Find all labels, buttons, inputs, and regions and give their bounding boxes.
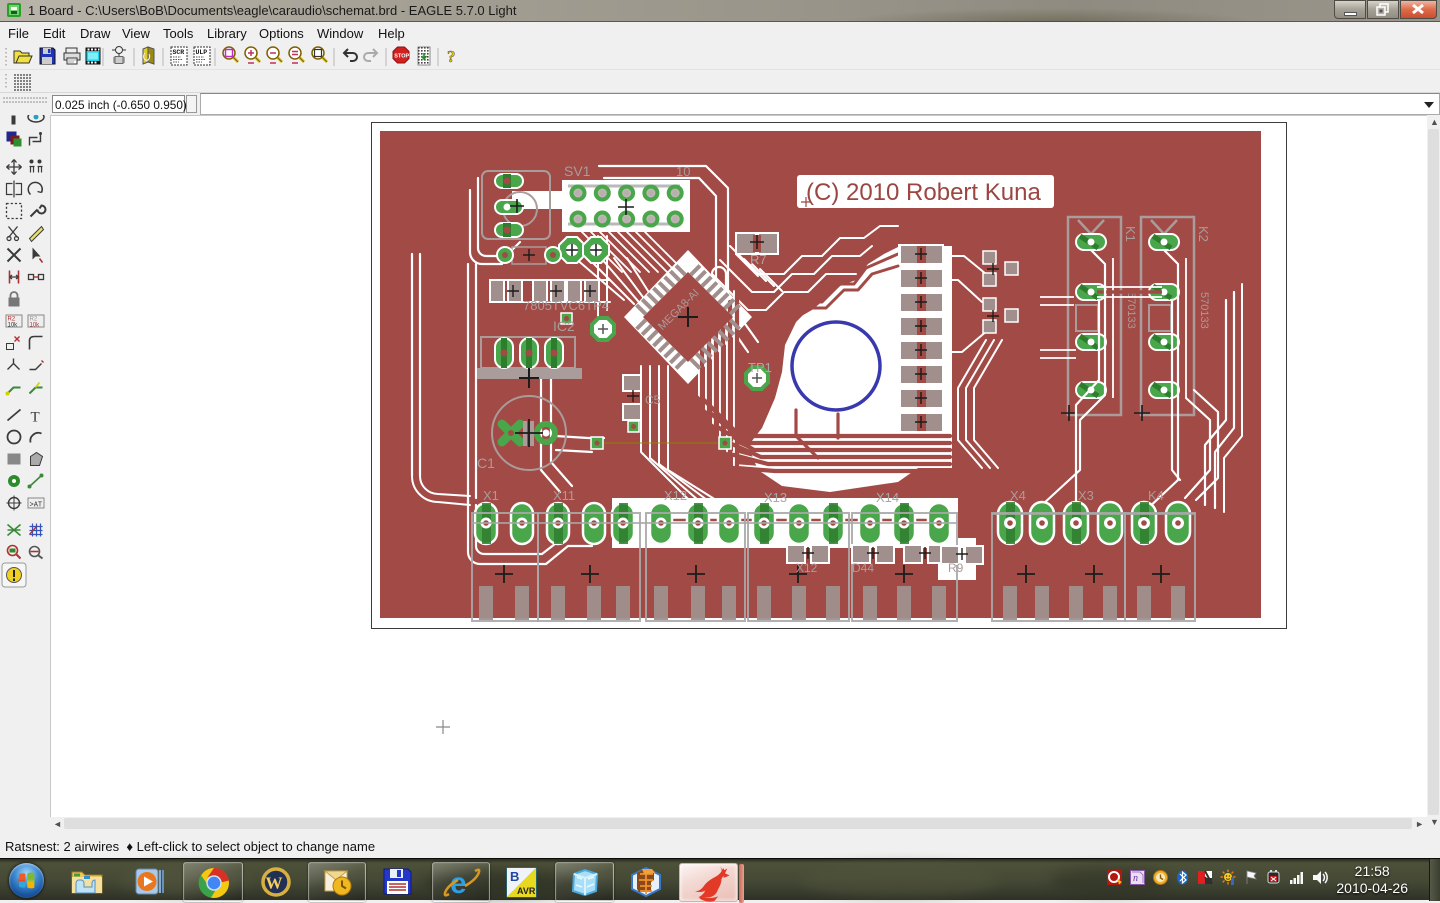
svg-text:T: T — [31, 410, 40, 426]
svg-text:?: ? — [447, 47, 456, 66]
svg-text:n: n — [1133, 873, 1138, 884]
svg-text:>AT: >AT — [30, 502, 43, 510]
svg-text:ULP: ULP — [196, 49, 208, 56]
svg-text:B: B — [510, 869, 519, 884]
svg-text:10k: 10k — [8, 323, 19, 329]
svg-text:STOP: STOP — [394, 54, 409, 60]
svg-text:W: W — [266, 874, 283, 893]
svg-text:SCR: SCR — [173, 49, 185, 56]
svg-text:AVR: AVR — [517, 886, 536, 896]
svg-text:10k: 10k — [30, 323, 41, 329]
